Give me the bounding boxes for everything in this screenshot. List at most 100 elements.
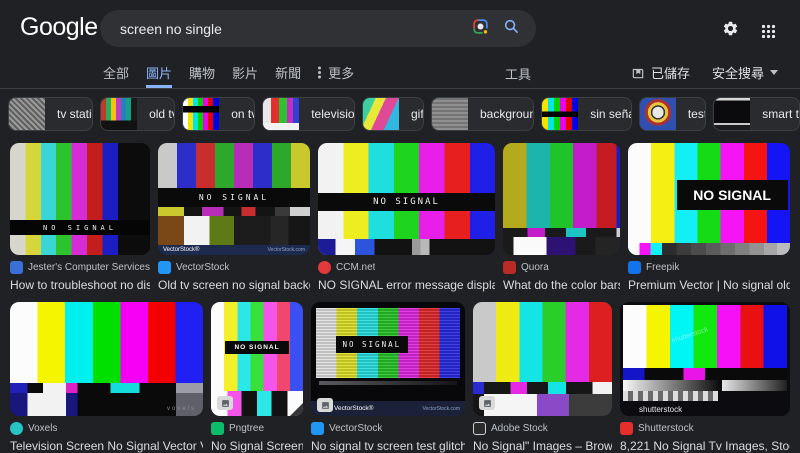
search-result: NO SIGNAL CCM.net NO SIGNAL error messag… [318,143,495,292]
source-name: Adobe Stock [491,423,548,434]
safesearch-label: 安全搜尋 [712,63,764,82]
chip-gif[interactable]: gif [362,97,424,131]
chip-old-tv[interactable]: old tv [100,97,175,131]
search-result: Quora What do the color bars fr... [503,143,620,292]
chip-label: tv static [45,107,93,121]
chip-label: on tv [219,107,255,121]
watermark-bar: VectorStock® VectorStock.com [158,245,310,255]
more-dots-icon [318,71,321,74]
result-source[interactable]: Pngtree [211,422,303,435]
result-source[interactable]: Freepik [628,261,790,274]
search-bar[interactable]: screen no single [100,10,536,47]
tab-news[interactable]: 新聞 [275,56,301,88]
result-title[interactable]: No Signal Screen W... [211,439,303,453]
chip-thumb [9,98,45,130]
result-title[interactable]: What do the color bars fr... [503,278,620,292]
chip-test[interactable]: test [639,97,706,131]
source-name: Shutterstock [638,423,694,434]
pattern-blocks [628,243,790,255]
saved-button[interactable]: 已儲存 [631,63,690,82]
chip-sin-senal[interactable]: sin señal [541,97,632,131]
chip-on-tv[interactable]: on tv [182,97,255,131]
search-result: NO SIGNAL VectorStock® VectorStock.com V… [311,302,465,453]
image-result[interactable]: voxels [10,302,203,416]
chip-thumb [101,98,137,130]
result-title[interactable]: Television Screen No Signal Vector Vecto… [10,439,203,453]
favicon [503,261,516,274]
gallery-icon [217,396,233,410]
pattern-blocks [318,239,495,255]
result-source[interactable]: Quora [503,261,620,274]
result-caption: Freepik Premium Vector | No signal old t… [628,261,790,292]
result-title[interactable]: NO SIGNAL error message displayed o... [318,278,495,292]
chip-thumb [714,98,750,130]
chip-label: smart tv [750,107,800,121]
result-source[interactable]: Shutterstock [620,422,790,435]
image-result[interactable]: NO SIGNAL [318,143,495,255]
chip-label: gif [399,107,424,121]
result-caption: Quora What do the color bars fr... [503,261,620,292]
result-title[interactable]: How to troubleshoot no displa... [10,278,150,292]
image-result[interactable]: NO SIGNAL VectorStock® VectorStock.com [311,302,465,416]
image-result[interactable] [473,302,612,416]
google-lens-icon[interactable] [472,18,489,40]
tab-more[interactable]: 更多 [318,56,354,88]
chip-thumb [363,98,399,130]
tab-images[interactable]: 圖片 [146,56,172,88]
chip-label: test [676,107,706,121]
image-result[interactable]: NO SIGNAL [211,302,303,416]
result-caption: VectorStock Old tv screen no signal back… [158,261,310,292]
google-apps-icon[interactable] [761,24,776,39]
image-result[interactable]: NO SIGNAL [628,143,790,255]
favicon [10,261,23,274]
image-result[interactable]: shutterstock shutterstock [620,302,790,416]
result-source[interactable]: CCM.net [318,261,495,274]
tab-videos[interactable]: 影片 [232,56,258,88]
watermark-text: VectorStock® [334,405,373,412]
safesearch-button[interactable]: 安全搜尋 [712,63,778,82]
source-name: Voxels [28,423,57,434]
chip-label: old tv [137,107,175,121]
pattern-strip [503,228,620,237]
result-title[interactable]: Old tv screen no signal backgrou... [158,278,310,292]
result-title[interactable]: Premium Vector | No signal old tv scre..… [628,278,790,292]
result-title[interactable]: No Signal" Images – Browse ... [473,439,612,453]
chip-tv-static[interactable]: tv static [8,97,93,131]
result-source[interactable]: Adobe Stock [473,422,612,435]
watermark-text: voxels [167,406,196,412]
header: Google screen no single [0,0,800,56]
tools-button[interactable]: 工具 [505,64,531,83]
image-result[interactable]: NO SIGNAL [10,143,150,255]
results-row-2: voxels Voxels Television Screen No Signa… [0,302,800,453]
chip-television[interactable]: television [262,97,355,131]
color-bars [473,302,612,382]
color-bars [503,143,620,228]
no-signal-banner: NO SIGNAL [318,193,495,211]
result-source[interactable]: VectorStock [158,261,310,274]
result-source[interactable]: Voxels [10,422,203,435]
watermark-text: VectorStock® [163,247,199,253]
chip-background[interactable]: background [431,97,534,131]
source-name: VectorStock [329,423,382,434]
chip-smart-tv[interactable]: smart tv [713,97,800,131]
result-title[interactable]: No signal tv screen test glitch col... [311,439,465,453]
pattern-strip [623,368,788,379]
image-result[interactable] [503,143,620,255]
watermark-text: shutterstock [639,405,682,414]
pattern-strip [10,383,203,393]
result-source[interactable]: Jester's Computer Services [10,261,150,274]
image-result[interactable]: NO SIGNAL VectorStock® VectorStock.com [158,143,310,255]
search-result: NO SIGNAL Jester's Computer Services How… [10,143,150,292]
favicon [620,422,633,435]
favicon [211,422,224,435]
pattern-blocks [10,393,203,416]
settings-gear-icon[interactable] [722,20,739,42]
search-icon[interactable] [503,18,520,40]
no-signal-banner: NO SIGNAL [336,336,408,353]
tab-all[interactable]: 全部 [103,56,129,88]
result-source[interactable]: VectorStock [311,422,465,435]
tab-shopping[interactable]: 購物 [189,56,215,88]
search-input[interactable]: screen no single [120,21,472,37]
result-title[interactable]: 8,221 No Signal Tv Images, Stock Photos.… [620,439,790,453]
google-logo[interactable]: Google [20,13,98,42]
